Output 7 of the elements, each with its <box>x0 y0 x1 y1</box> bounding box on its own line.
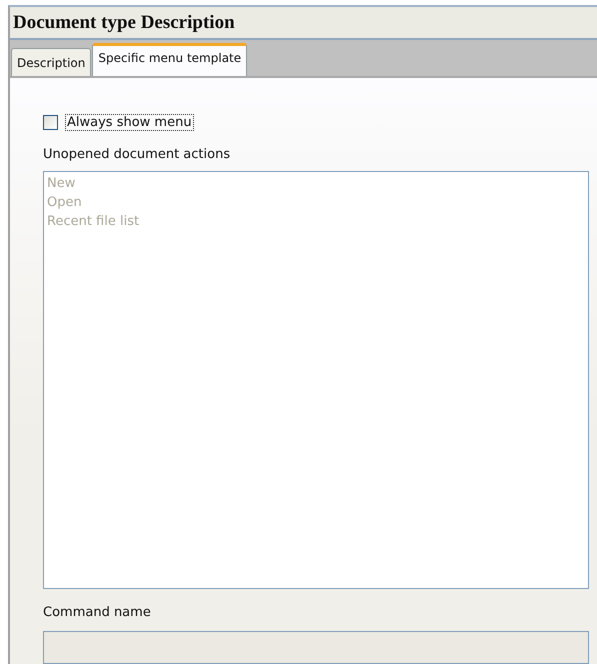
field-label: Command name <box>43 605 152 620</box>
tab[interactable]: Description <box>11 48 92 76</box>
tab[interactable]: Specific menu template <box>92 43 248 76</box>
checkbox-label[interactable]: Always show menu <box>65 114 194 131</box>
checkbox[interactable] <box>43 115 58 130</box>
list-label: Unopened document actions <box>43 147 232 162</box>
window-title: Document type Description <box>10 7 597 40</box>
